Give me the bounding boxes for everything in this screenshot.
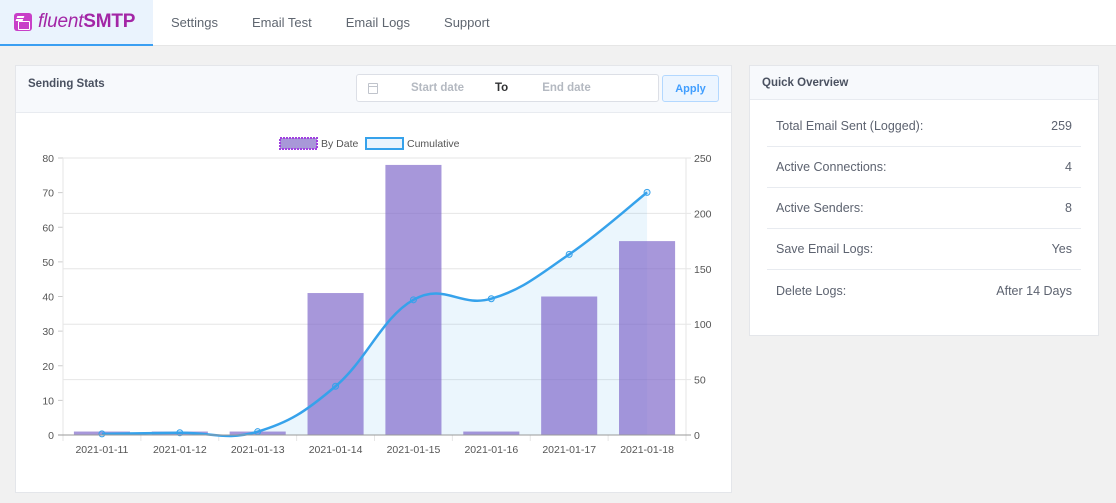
quick-overview-header: Quick Overview <box>750 66 1098 100</box>
y-right-tick-label: 250 <box>694 153 712 165</box>
overview-label: Delete Logs: <box>776 283 847 298</box>
quick-overview-panel: Quick Overview Total Email Sent (Logged)… <box>749 65 1099 336</box>
apply-button[interactable]: Apply <box>662 75 719 102</box>
end-date-input[interactable]: End date <box>542 82 591 94</box>
overview-value: 4 <box>1065 160 1072 174</box>
x-tick-label: 2021-01-13 <box>231 444 285 456</box>
bar-by-date <box>541 296 598 435</box>
brand-logo[interactable]: fluentSMTP <box>0 0 153 46</box>
cumulative-point <box>643 188 651 196</box>
calendar-icon <box>368 82 378 94</box>
x-tick-label: 2021-01-16 <box>464 444 518 456</box>
overview-value: 8 <box>1065 201 1072 215</box>
cumulative-point <box>254 428 262 436</box>
cumulative-point <box>98 430 106 438</box>
x-tick-label: 2021-01-18 <box>620 444 674 456</box>
brand-name: fluentSMTP <box>38 10 136 32</box>
mail-logo-icon <box>14 12 32 31</box>
overview-row: Save Email Logs: Yes <box>767 229 1081 270</box>
legend-swatch-by-date <box>279 137 318 150</box>
x-tick-label: 2021-01-14 <box>309 444 363 456</box>
overview-value: Yes <box>1051 242 1072 256</box>
bar-by-date <box>619 241 676 435</box>
cumulative-point <box>332 382 340 390</box>
overview-row: Active Senders: 8 <box>767 188 1081 229</box>
y-right-tick-label: 50 <box>694 375 706 387</box>
overview-list: Total Email Sent (Logged): 259 Active Conn… <box>750 100 1098 311</box>
y-left-tick-label: 20 <box>42 361 54 373</box>
nav-email-logs[interactable]: Email Logs <box>346 15 410 30</box>
overview-value: After 14 Days <box>996 283 1072 298</box>
overview-row: Total Email Sent (Logged): 259 <box>767 106 1081 147</box>
bar-by-date <box>463 431 520 435</box>
overview-label: Save Email Logs: <box>776 242 874 256</box>
sending-stats-header: Sending Stats Start date To End date App… <box>16 66 731 113</box>
y-left-tick-label: 50 <box>42 257 54 269</box>
x-tick-label: 2021-01-12 <box>153 444 207 456</box>
x-tick-label: 2021-01-17 <box>542 444 596 456</box>
legend-swatch-cumulative <box>365 137 404 150</box>
legend-label-cumulative: Cumulative <box>407 138 460 150</box>
date-range-picker[interactable]: Start date To End date <box>356 74 659 102</box>
overview-label: Active Connections: <box>776 160 887 174</box>
overview-value: 259 <box>1051 119 1072 133</box>
y-left-tick-label: 40 <box>42 292 54 304</box>
overview-row: Active Connections: 4 <box>767 147 1081 188</box>
legend-label-by-date: By Date <box>321 138 359 150</box>
y-right-tick-label: 200 <box>694 208 712 220</box>
y-left-tick-label: 60 <box>42 222 54 234</box>
sending-stats-panel: Sending Stats Start date To End date App… <box>15 65 732 493</box>
sending-stats-title: Sending Stats <box>28 78 105 90</box>
x-tick-label: 2021-01-15 <box>387 444 441 456</box>
overview-label: Total Email Sent (Logged): <box>776 119 924 133</box>
sending-stats-chart: By Date Cumulative 0 50 100 150 200 250 0 10 20 30 4… <box>42 137 712 456</box>
y-right-tick-label: 150 <box>694 264 712 276</box>
y-left-tick-label: 0 <box>48 430 54 442</box>
y-left-tick-label: 70 <box>42 188 54 200</box>
overview-row: Delete Logs: After 14 Days <box>767 270 1081 311</box>
cumulative-point <box>409 296 417 304</box>
y-left-tick-label: 10 <box>42 395 54 407</box>
y-left-tick-label: 80 <box>42 153 54 165</box>
start-date-input[interactable]: Start date <box>411 82 481 94</box>
x-tick-label: 2021-01-11 <box>75 444 128 456</box>
y-right-tick-label: 0 <box>694 430 700 442</box>
cumulative-point <box>565 250 573 258</box>
nav-support[interactable]: Support <box>444 15 490 30</box>
cumulative-point <box>487 295 495 303</box>
y-left-tick-label: 30 <box>42 326 54 338</box>
overview-label: Active Senders: <box>776 201 864 215</box>
y-right-tick-label: 100 <box>694 319 712 331</box>
nav-email-test[interactable]: Email Test <box>252 15 312 30</box>
range-separator: To <box>495 82 509 94</box>
nav-settings[interactable]: Settings <box>171 15 218 30</box>
top-nav: fluentSMTP Settings Email Test Email Log… <box>0 0 1116 46</box>
